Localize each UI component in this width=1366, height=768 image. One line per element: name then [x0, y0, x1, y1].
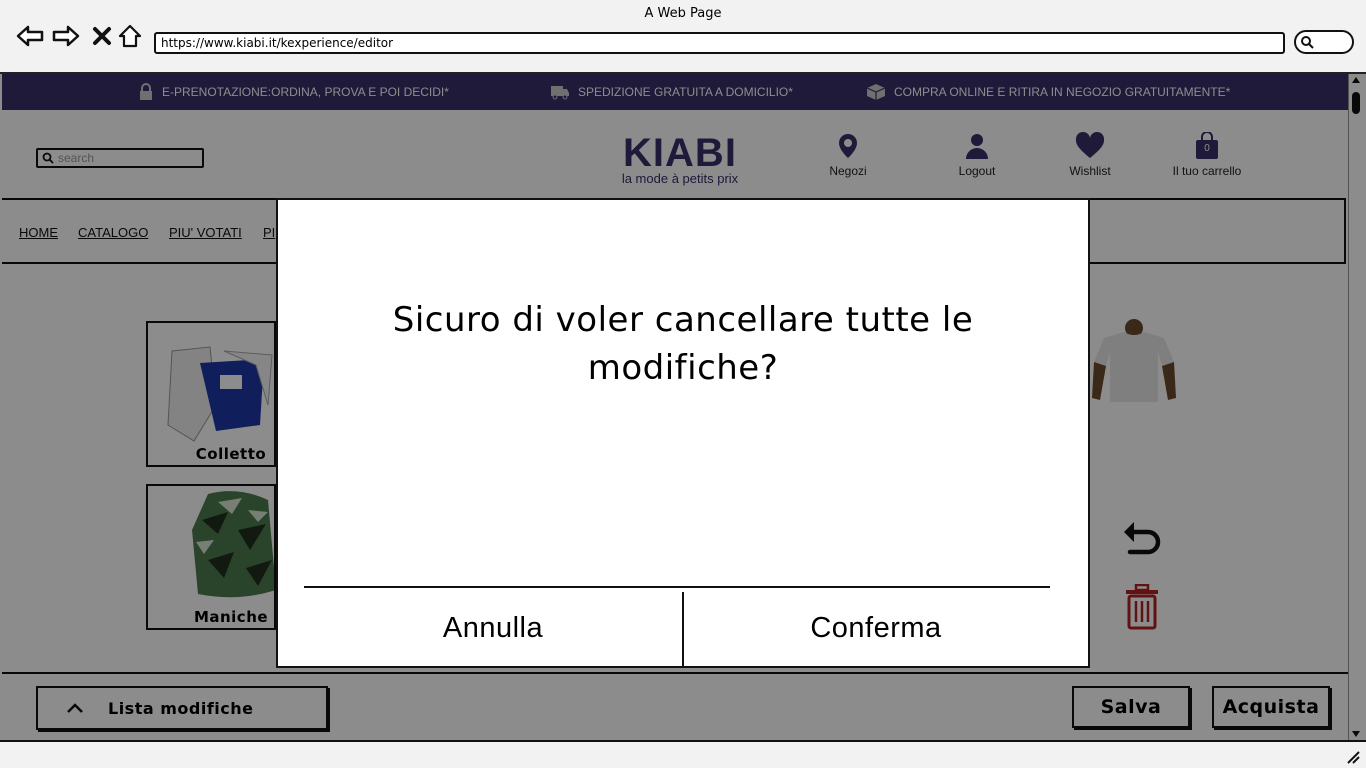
address-bar[interactable]: https://www.kiabi.it/kexperience/editor	[154, 32, 1285, 54]
cancel-button[interactable]: Annulla	[304, 600, 682, 656]
browser-search-field[interactable]	[1294, 30, 1354, 54]
search-icon	[1301, 36, 1314, 49]
confirm-button[interactable]: Conferma	[684, 600, 1068, 656]
status-bar	[0, 740, 1366, 768]
forward-icon[interactable]	[52, 22, 80, 50]
window-title: A Web Page	[644, 6, 722, 21]
dialog-divider	[304, 586, 1050, 588]
dialog-message: Sicuro di voler cancellare tutte le modi…	[392, 300, 974, 388]
confirm-dialog: Sicuro di voler cancellare tutte le modi…	[276, 198, 1090, 668]
stop-icon[interactable]	[88, 22, 116, 50]
home-icon[interactable]	[116, 22, 144, 50]
resize-grip-icon[interactable]	[1344, 748, 1360, 764]
back-icon[interactable]	[16, 22, 44, 50]
browser-chrome: A Web Page https://www.kiabi.it/kexperie…	[0, 0, 1366, 74]
